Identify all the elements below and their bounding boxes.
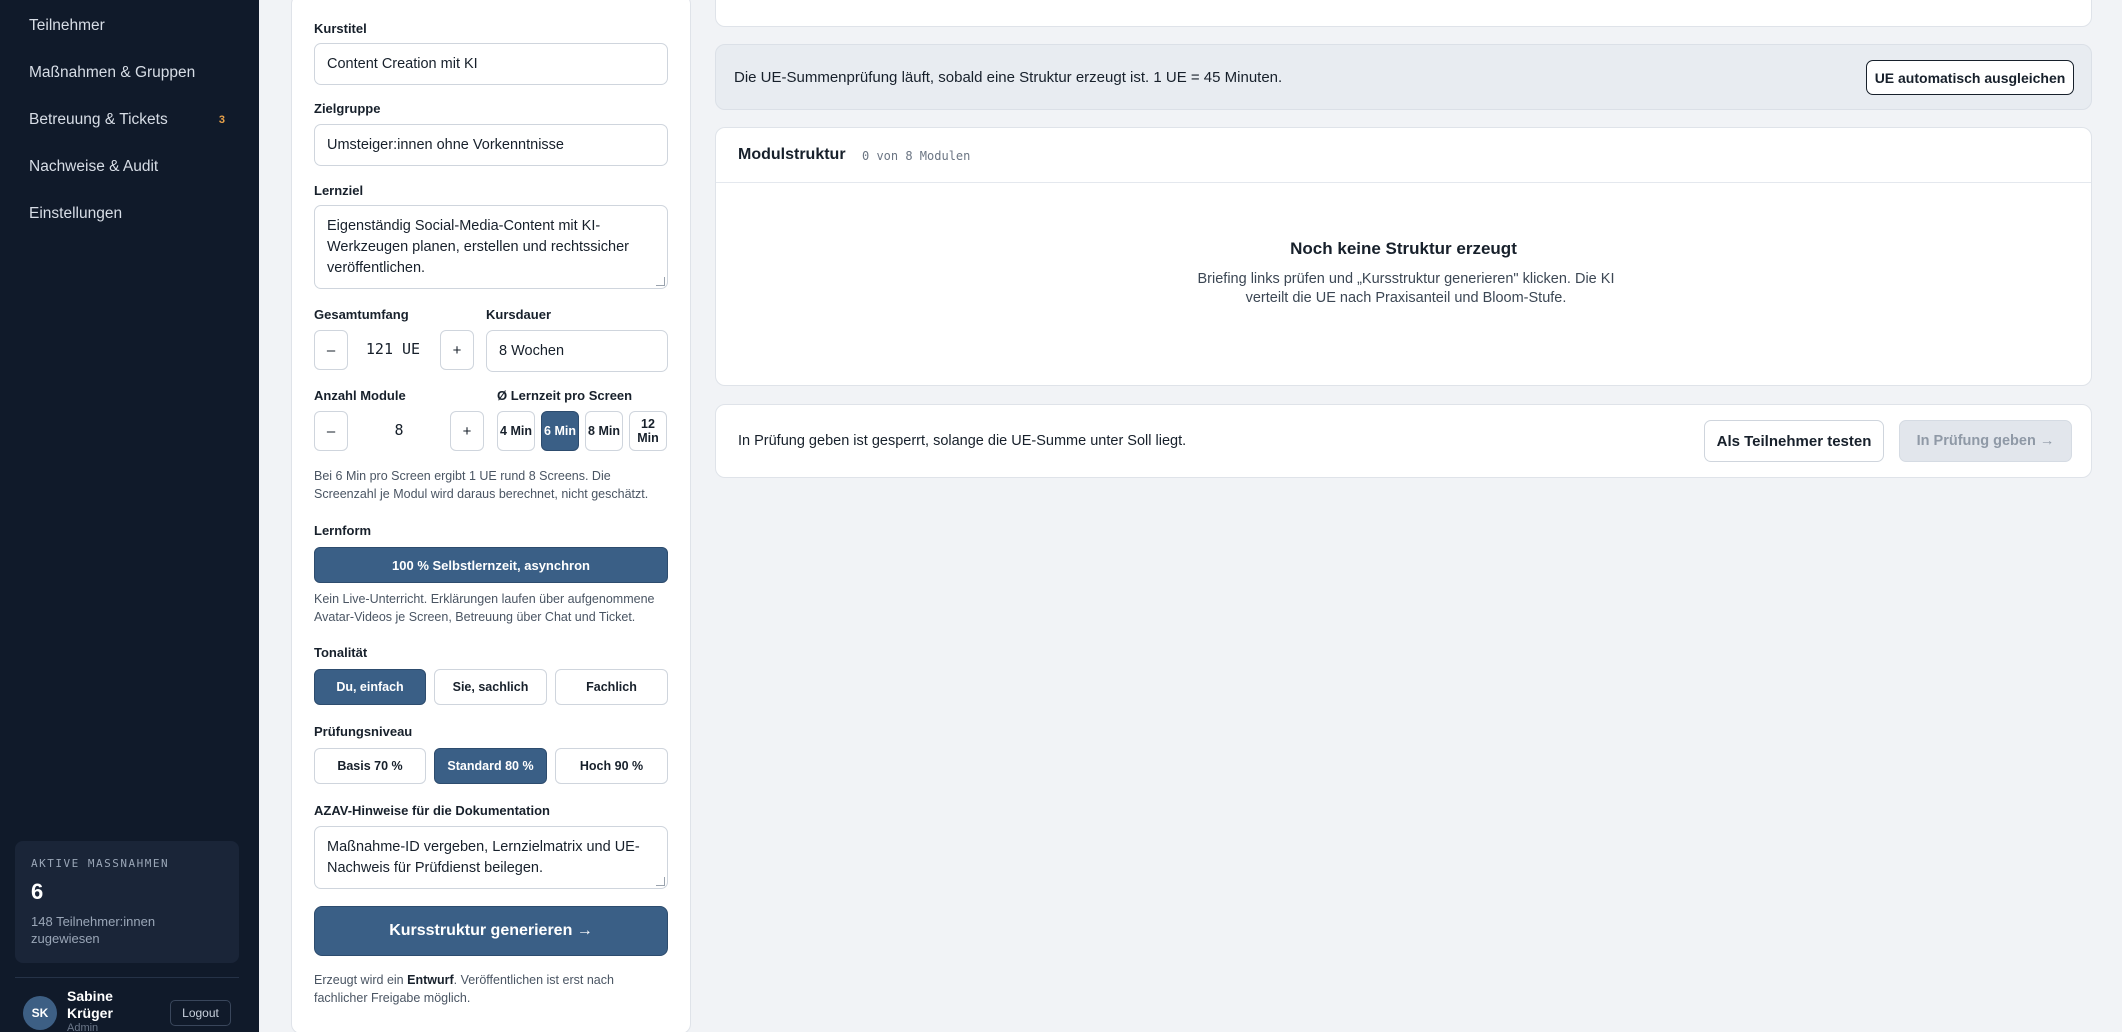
user-name: Sabine Krüger	[67, 988, 113, 1021]
ue-auto-balance-button[interactable]: UE automatisch ausgleichen	[1866, 60, 2074, 95]
gesamtumfang-increase-button[interactable]: +	[440, 330, 474, 370]
lernziel-label: Lernziel	[314, 183, 364, 198]
stat-value: 6	[31, 879, 44, 904]
lernziel-textarea[interactable]: Eigenständig Social-Media-Content mit KI…	[314, 205, 668, 289]
module-count: 0 von 8 Modulen	[862, 149, 971, 163]
ue-info-bar: Die UE-Summenprüfung läuft, sobald eine …	[715, 44, 2092, 110]
gesamtumfang-label: Gesamtumfang	[314, 307, 409, 322]
module-decrease-button[interactable]: –	[314, 411, 348, 451]
sidebar-item-einstellungen[interactable]: Einstellungen	[29, 205, 122, 223]
stat-subtext: 148 Teilnehmer:innen zugewiesen	[31, 914, 156, 946]
ue-info-text: Die UE-Summenprüfung läuft, sobald eine …	[734, 69, 1283, 86]
sidebar-item-nachweise[interactable]: Nachweise & Audit	[29, 158, 158, 176]
sidebar-item-massnahmen[interactable]: Maßnahmen & Gruppen	[29, 64, 195, 82]
review-lock-text: In Prüfung geben ist gesperrt, solange d…	[738, 433, 1187, 449]
pruefungsniveau-option-basis[interactable]: Basis 70 %	[314, 748, 426, 784]
zielgruppe-label: Zielgruppe	[314, 101, 381, 116]
module-structure-card: Modulstruktur 0 von 8 Modulen Noch keine…	[715, 127, 2092, 386]
user-role: Admin	[67, 1022, 99, 1032]
lernzeit-option-8[interactable]: 8 Min	[585, 411, 623, 451]
sidebar: Teilnehmer Maßnahmen & Gruppen Betreuung…	[0, 0, 259, 1032]
module-divider	[716, 182, 2091, 183]
draft-hint-bold: Entwurf	[407, 973, 454, 987]
tonalitaet-option-du[interactable]: Du, einfach	[314, 669, 426, 705]
lernform-hint: Kein Live-Unterricht. Erklärungen laufen…	[314, 592, 655, 624]
lernzeit-option-6[interactable]: 6 Min	[541, 411, 579, 451]
lernzeit-label: Ø Lernzeit pro Screen	[497, 388, 633, 403]
pruefungsniveau-label: Prüfungsniveau	[314, 724, 413, 739]
pruefungsniveau-option-hoch[interactable]: Hoch 90 %	[555, 748, 668, 784]
kursdauer-label: Kursdauer	[486, 307, 552, 322]
lernzeit-option-4[interactable]: 4 Min	[497, 411, 535, 451]
active-measures-card: AKTIVE MASSNAHMEN 6 148 Teilnehmer:innen…	[15, 841, 239, 963]
zielgruppe-input[interactable]: Umsteiger:innen ohne Vorkenntnisse	[314, 124, 668, 166]
draft-hint-pre: Erzeugt wird ein	[314, 973, 408, 987]
lernzeit-option-12[interactable]: 12 Min	[629, 411, 667, 451]
pruefungsniveau-option-standard[interactable]: Standard 80 %	[434, 748, 547, 784]
tonalitaet-option-sie[interactable]: Sie, sachlich	[434, 669, 547, 705]
logout-button[interactable]: Logout	[170, 1000, 231, 1026]
module-label: Anzahl Module	[314, 388, 406, 403]
module-increase-button[interactable]: +	[450, 411, 484, 451]
sidebar-divider	[15, 977, 239, 978]
test-as-participant-button[interactable]: Als Teilnehmer testen	[1704, 420, 1884, 462]
resize-handle-icon[interactable]	[656, 877, 665, 886]
review-card: In Prüfung geben ist gesperrt, solange d…	[715, 404, 2092, 478]
lernzeit-hint: Bei 6 Min pro Screen ergibt 1 UE rund 8 …	[314, 469, 649, 501]
kurstitel-input[interactable]: Content Creation mit KI	[314, 43, 668, 85]
submit-review-button[interactable]: In Prüfung geben →	[1899, 420, 2072, 462]
lernziel-text: Eigenständig Social-Media-Content mit KI…	[327, 218, 629, 276]
avatar: SK	[23, 996, 57, 1030]
sidebar-item-betreuung[interactable]: Betreuung & Tickets	[29, 111, 168, 129]
gesamtumfang-decrease-button[interactable]: –	[314, 330, 348, 370]
module-value[interactable]: 8	[352, 421, 446, 439]
empty-state-description: Briefing links prüfen und „Kursstruktur …	[1197, 271, 1615, 306]
lernform-selected-button[interactable]: 100 % Selbstlernzeit, asynchron	[314, 547, 668, 583]
tonalitaet-option-fachlich[interactable]: Fachlich	[555, 669, 668, 705]
kurstitel-label: Kurstitel	[314, 21, 367, 36]
summary-card	[715, 0, 2092, 27]
kursdauer-input[interactable]: 8 Wochen	[486, 330, 668, 372]
gesamtumfang-value[interactable]: 121 UE	[352, 340, 434, 358]
tonalitaet-label: Tonalität	[314, 645, 368, 660]
azav-text: Maßnahme-ID vergeben, Lernzielmatrix und…	[327, 839, 640, 876]
generate-structure-button[interactable]: Kursstruktur generieren →	[314, 906, 668, 956]
ticket-count-badge: 3	[218, 114, 225, 126]
stat-label: AKTIVE MASSNAHMEN	[31, 857, 170, 870]
azav-label: AZAV-Hinweise für die Dokumentation	[314, 803, 550, 818]
sidebar-item-teilnehmer[interactable]: Teilnehmer	[29, 17, 105, 35]
draft-hint: Erzeugt wird ein Entwurf. Veröffentliche…	[314, 971, 659, 1007]
resize-handle-icon[interactable]	[656, 277, 665, 286]
empty-state-title: Noch keine Struktur erzeugt	[1290, 239, 1517, 258]
lernform-label: Lernform	[314, 523, 372, 538]
module-structure-title: Modulstruktur	[738, 146, 846, 163]
azav-textarea[interactable]: Maßnahme-ID vergeben, Lernzielmatrix und…	[314, 826, 668, 889]
